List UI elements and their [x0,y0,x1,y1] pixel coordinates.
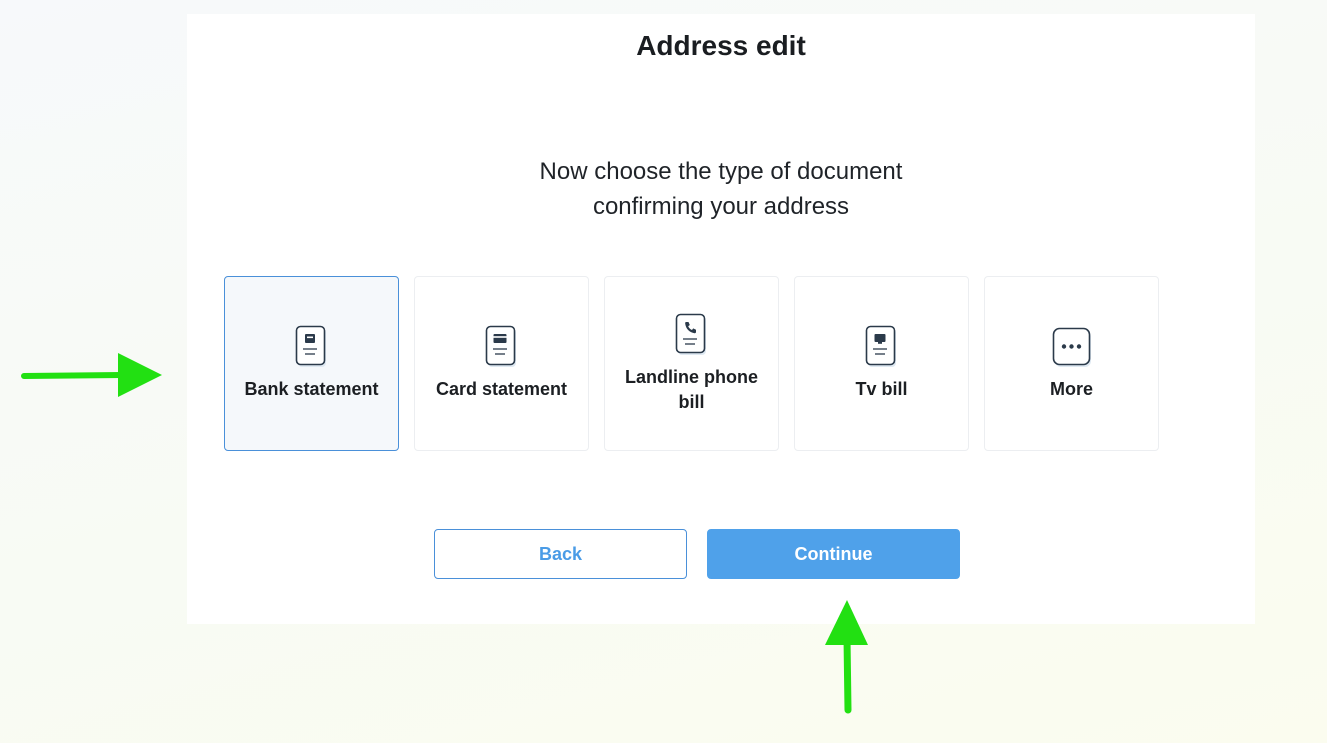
option-more[interactable]: More [984,276,1159,451]
bank-statement-icon [295,325,326,367]
back-button[interactable]: Back [434,529,687,579]
option-card-statement[interactable]: Card statement [414,276,589,451]
option-label: More [1049,379,1093,399]
card-statement-icon [485,325,516,367]
option-label: Card statement [435,379,568,399]
phone-bill-icon [675,313,706,355]
option-landline-phone-bill[interactable]: Landline phone bill [604,276,779,451]
document-type-options: Bank statement Card statement Landline p… [224,276,1159,451]
option-label: Tv bill [855,379,908,399]
address-edit-card: Address edit Now choose the type of docu… [187,14,1255,624]
annotation-arrow-right-icon [21,353,162,397]
annotation-arrow-up-icon [825,600,868,714]
option-label: Bank statement [244,379,379,399]
more-icon [1052,327,1091,367]
tv-bill-icon [865,325,896,367]
continue-button[interactable]: Continue [707,529,960,579]
prompt-line-2: confirming your address [592,193,850,220]
option-bank-statement[interactable]: Bank statement [224,276,399,451]
option-label: Landline phone bill [625,366,758,412]
page-title: Address edit [636,30,806,61]
prompt-line-1: Now choose the type of document [539,158,903,185]
option-tv-bill[interactable]: Tv bill [794,276,969,451]
document-type-prompt: Now choose the type of document confirmi… [471,154,971,224]
